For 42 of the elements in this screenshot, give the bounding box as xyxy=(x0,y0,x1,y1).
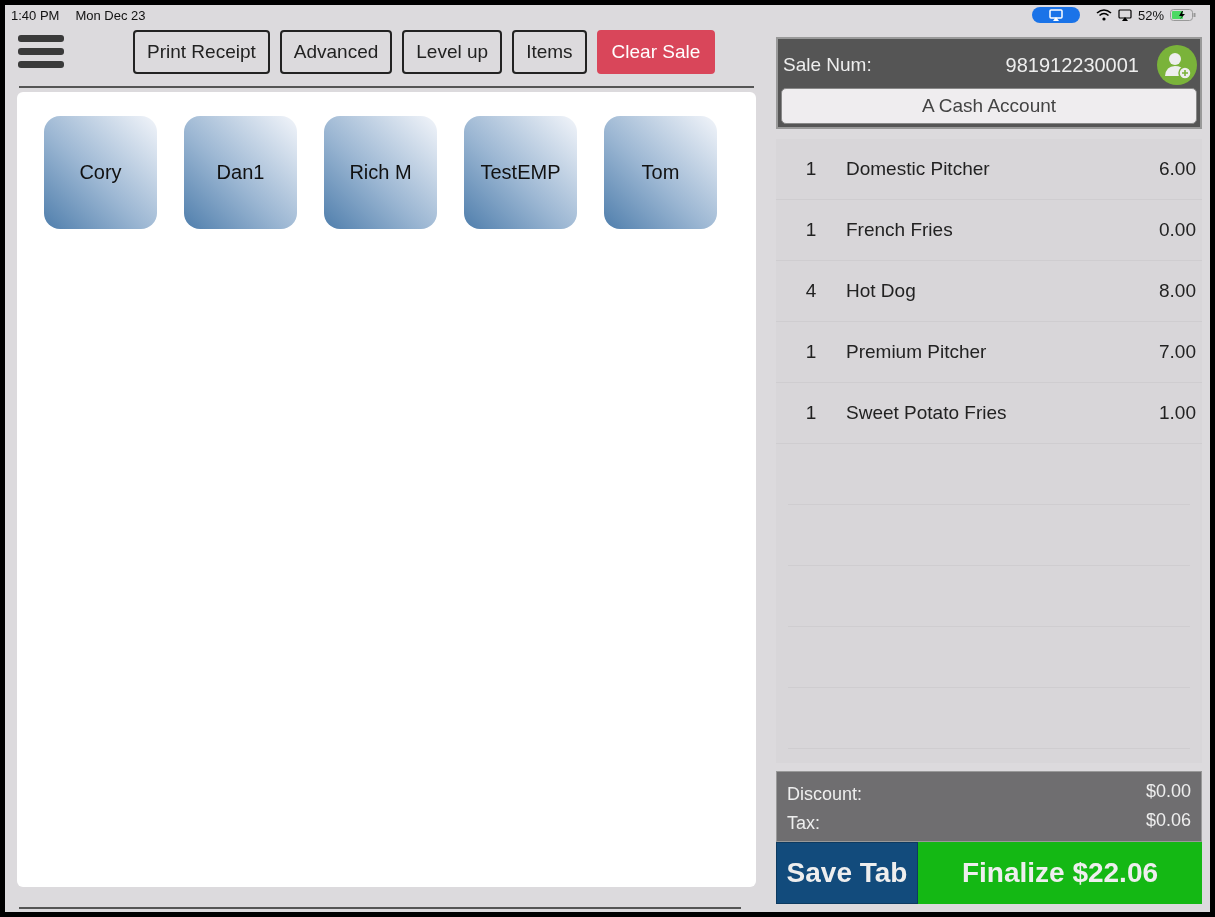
battery-percent: 52% xyxy=(1137,7,1164,23)
toolbar-button[interactable]: Print Receipt xyxy=(133,30,270,74)
item-name[interactable]: Hot Dog xyxy=(846,280,1159,302)
save-tab-button[interactable]: Save Tab xyxy=(776,842,918,904)
menu-icon xyxy=(18,35,64,69)
employee-button[interactable]: Cory xyxy=(44,116,157,229)
total-label: Discount: xyxy=(787,783,863,805)
total-value: $0.00 xyxy=(1145,780,1191,802)
item-quantity: 1 xyxy=(804,158,818,180)
status-date: Mon Dec 23 xyxy=(75,7,146,23)
sale-number: 981912230001 xyxy=(1005,53,1139,77)
toolbar-button[interactable]: Items xyxy=(512,30,587,74)
total-label: Tax: xyxy=(787,812,820,834)
item-price: 1.00 xyxy=(1159,402,1196,424)
sale-number-label: Sale Num: xyxy=(783,54,873,76)
item-quantity: 4 xyxy=(804,280,818,302)
item-price: 6.00 xyxy=(1159,158,1196,180)
item-name[interactable]: French Fries xyxy=(846,219,1159,241)
toolbar-button[interactable]: Level up xyxy=(402,30,503,74)
add-customer-icon[interactable] xyxy=(1157,45,1197,85)
battery-icon xyxy=(1170,9,1196,21)
screen-mirroring-icon xyxy=(1048,9,1063,21)
screen-icon xyxy=(1117,9,1132,21)
item-quantity: 1 xyxy=(804,219,818,241)
status-time: 1:40 PM xyxy=(11,7,60,23)
employee-button[interactable]: Tom xyxy=(604,116,717,229)
account-button[interactable]: A Cash Account xyxy=(781,88,1197,124)
item-name[interactable]: Domestic Pitcher xyxy=(846,158,1159,180)
item-quantity: 1 xyxy=(804,341,818,363)
item-price: 8.00 xyxy=(1159,280,1196,302)
clear-sale-button[interactable]: Clear Sale xyxy=(596,30,716,74)
total-value: $0.06 xyxy=(1145,809,1191,831)
toolbar-button[interactable]: Advanced xyxy=(279,30,393,74)
item-price: 7.00 xyxy=(1159,341,1196,363)
employee-button[interactable]: TestEMP xyxy=(464,116,577,229)
item-name[interactable]: Sweet Potato Fries xyxy=(846,402,1159,424)
wifi-icon xyxy=(1095,9,1112,21)
item-name[interactable]: Premium Pitcher xyxy=(846,341,1159,363)
employee-button[interactable]: Dan1 xyxy=(184,116,297,229)
employee-button[interactable]: Rich M xyxy=(324,116,437,229)
item-quantity: 1 xyxy=(804,402,818,424)
item-price: 0.00 xyxy=(1159,219,1196,241)
